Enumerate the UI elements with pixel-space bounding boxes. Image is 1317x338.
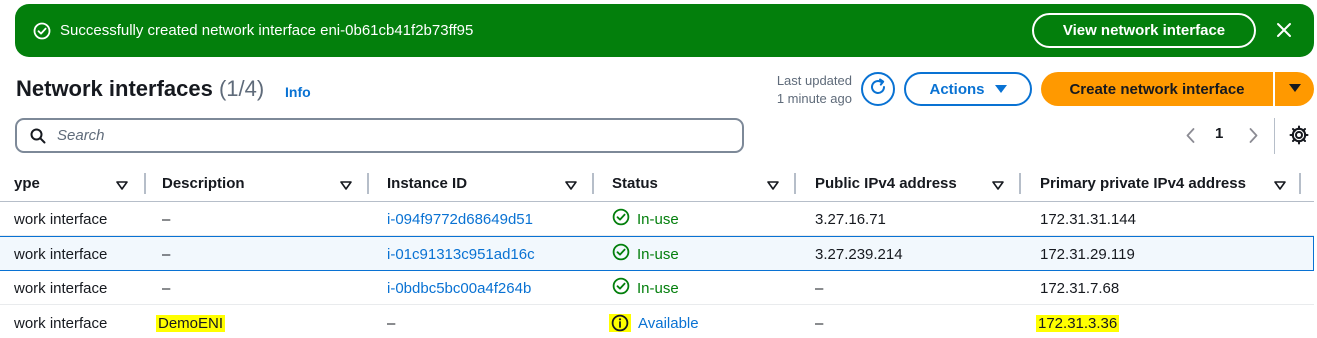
column-resizer[interactable] (144, 173, 146, 194)
page-title-text: Network interfaces (16, 76, 213, 101)
toolbar-divider (1274, 118, 1275, 154)
status-text: In-use (637, 279, 679, 297)
sort-icon[interactable] (1274, 178, 1286, 190)
column-header-primary-private-ipv4[interactable]: Primary private IPv4 address (1040, 167, 1303, 200)
cell-description: – (162, 210, 171, 228)
table-row[interactable]: work interface – i-0bdbc5bc00a4f264b In-… (0, 271, 1314, 305)
cell-private-ip: 172.31.31.144 (1040, 210, 1136, 228)
info-link[interactable]: Info (285, 84, 311, 100)
status-badge: In-use (612, 271, 679, 305)
status-text: Available (638, 314, 699, 332)
cell-private-ip: 172.31.29.119 (1040, 245, 1135, 263)
success-flash-banner: Successfully created network interface e… (15, 4, 1314, 57)
check-circle-icon (612, 277, 630, 299)
check-circle-icon (612, 243, 630, 265)
search-icon (30, 127, 48, 145)
cell-type: work interface (14, 314, 108, 332)
selection-count: (1/4) (218, 76, 265, 101)
flash-message: Successfully created network interface e… (60, 22, 474, 39)
column-header-label: Instance ID (387, 175, 468, 192)
last-updated-text: Last updated 1 minute ago (760, 72, 852, 108)
search-bar[interactable] (15, 118, 744, 153)
cell-type: work interface (14, 279, 108, 297)
sort-icon[interactable] (340, 178, 352, 190)
highlighted-description: DemoENI (156, 314, 226, 332)
cell-public-ip: – (815, 279, 824, 297)
refresh-button[interactable] (861, 72, 895, 106)
previous-page-icon[interactable] (1183, 124, 1197, 146)
last-updated-label: Last updated (776, 73, 852, 88)
column-header-label: Primary private IPv4 address (1040, 175, 1246, 192)
actions-button[interactable]: Actions (904, 72, 1032, 106)
status-badge: Available (609, 306, 699, 338)
sort-icon[interactable] (767, 178, 779, 190)
cell-public-ip: 3.27.16.71 (815, 210, 886, 228)
instance-id-link[interactable]: i-094f9772d68649d51 (387, 202, 533, 236)
search-input[interactable] (57, 127, 707, 144)
cell-private-ip: 172.31.7.68 (1040, 279, 1120, 297)
cell-description: DemoENI (156, 306, 226, 338)
table-row[interactable]: work interface DemoENI – Available – 172… (0, 306, 1314, 338)
column-resizer[interactable] (367, 173, 369, 194)
info-circle-icon (609, 314, 631, 332)
caret-down-icon (1288, 80, 1301, 98)
column-header-label: Status (612, 175, 658, 192)
column-resizer[interactable] (1019, 173, 1021, 194)
cell-type: work interface (14, 245, 108, 263)
refresh-icon (868, 77, 888, 102)
cell-description: – (162, 245, 171, 263)
sort-icon[interactable] (116, 178, 128, 190)
instance-id-link[interactable]: i-0bdbc5bc00a4f264b (387, 271, 531, 305)
cell-type: work interface (14, 210, 108, 228)
column-header-label: ype (14, 175, 40, 192)
instance-id-link[interactable]: i-01c91313c951ad16c (387, 237, 535, 271)
column-header-instance-id[interactable]: Instance ID (387, 167, 594, 200)
column-header-status[interactable]: Status (612, 167, 796, 200)
highlighted-private-ip: 172.31.3.36 (1036, 314, 1120, 332)
column-header-description[interactable]: Description (162, 167, 369, 200)
cell-public-ip: 3.27.239.214 (815, 245, 903, 263)
check-circle-icon (612, 208, 630, 230)
column-resizer[interactable] (794, 173, 796, 194)
column-resizer[interactable] (1299, 173, 1301, 194)
last-updated-value: 1 minute ago (776, 91, 852, 106)
create-network-interface-button[interactable]: Create network interface (1041, 72, 1273, 106)
column-header-type[interactable]: ype (14, 167, 146, 200)
page-title: Network interfaces (1/4) (16, 76, 264, 102)
cell-private-ip: 172.31.3.36 (1036, 306, 1120, 338)
sort-icon[interactable] (565, 178, 577, 190)
next-page-icon[interactable] (1246, 124, 1260, 146)
actions-label: Actions (929, 80, 985, 98)
caret-down-icon (994, 81, 1007, 98)
page-number-current[interactable]: 1 (1215, 125, 1223, 142)
cell-description: – (162, 279, 171, 297)
close-icon[interactable] (1273, 19, 1295, 41)
column-header-label: Public IPv4 address (815, 175, 957, 192)
column-resizer[interactable] (592, 173, 594, 194)
check-circle-icon (33, 22, 51, 40)
status-badge: In-use (612, 202, 679, 236)
cell-instance-id: – (387, 314, 396, 332)
create-options-dropdown[interactable] (1275, 72, 1314, 106)
status-badge: In-use (612, 237, 679, 271)
column-header-label: Description (162, 175, 245, 192)
cell-public-ip: – (815, 314, 824, 332)
sort-icon[interactable] (992, 178, 1004, 190)
gear-icon[interactable] (1289, 125, 1309, 145)
table-row[interactable]: work interface – i-094f9772d68649d51 In-… (0, 202, 1314, 236)
view-network-interface-button[interactable]: View network interface (1032, 13, 1256, 48)
column-header-public-ipv4[interactable]: Public IPv4 address (815, 167, 1022, 200)
status-text: In-use (637, 245, 679, 263)
table-row-selected[interactable]: work interface – i-01c91313c951ad16c In-… (0, 236, 1314, 271)
status-text: In-use (637, 210, 679, 228)
